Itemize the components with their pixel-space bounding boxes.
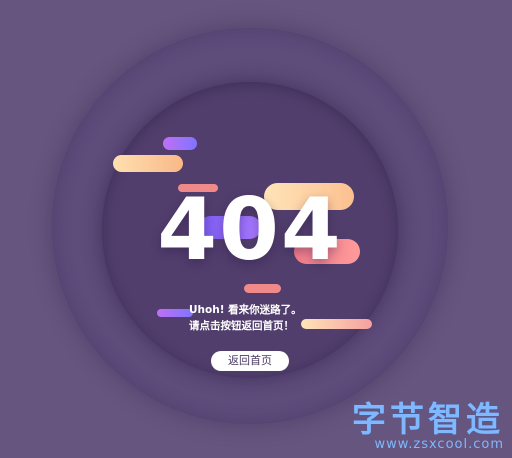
deco-pill-purple-low [157,309,193,317]
deco-pill-peach-low [301,319,372,329]
error-message: Uhoh! 看来你迷路了。 请点击按钮返回首页！ [189,302,302,334]
watermark-title: 字节智造 [352,400,504,440]
deco-pill-pink-low [244,284,281,293]
error-message-line1: Uhoh! 看来你迷路了。 [189,304,302,316]
deco-pill-purple-top [163,137,197,150]
back-home-button[interactable]: 返回首页 [211,351,289,371]
deco-pill-peach-left [113,155,183,172]
error-code: 404 [157,180,343,280]
watermark: 字节智造 www.zsxcool.com [352,402,504,452]
watermark-url: www.zsxcool.com [374,437,504,452]
error-message-line2: 请点击按钮返回首页！ [189,320,294,332]
